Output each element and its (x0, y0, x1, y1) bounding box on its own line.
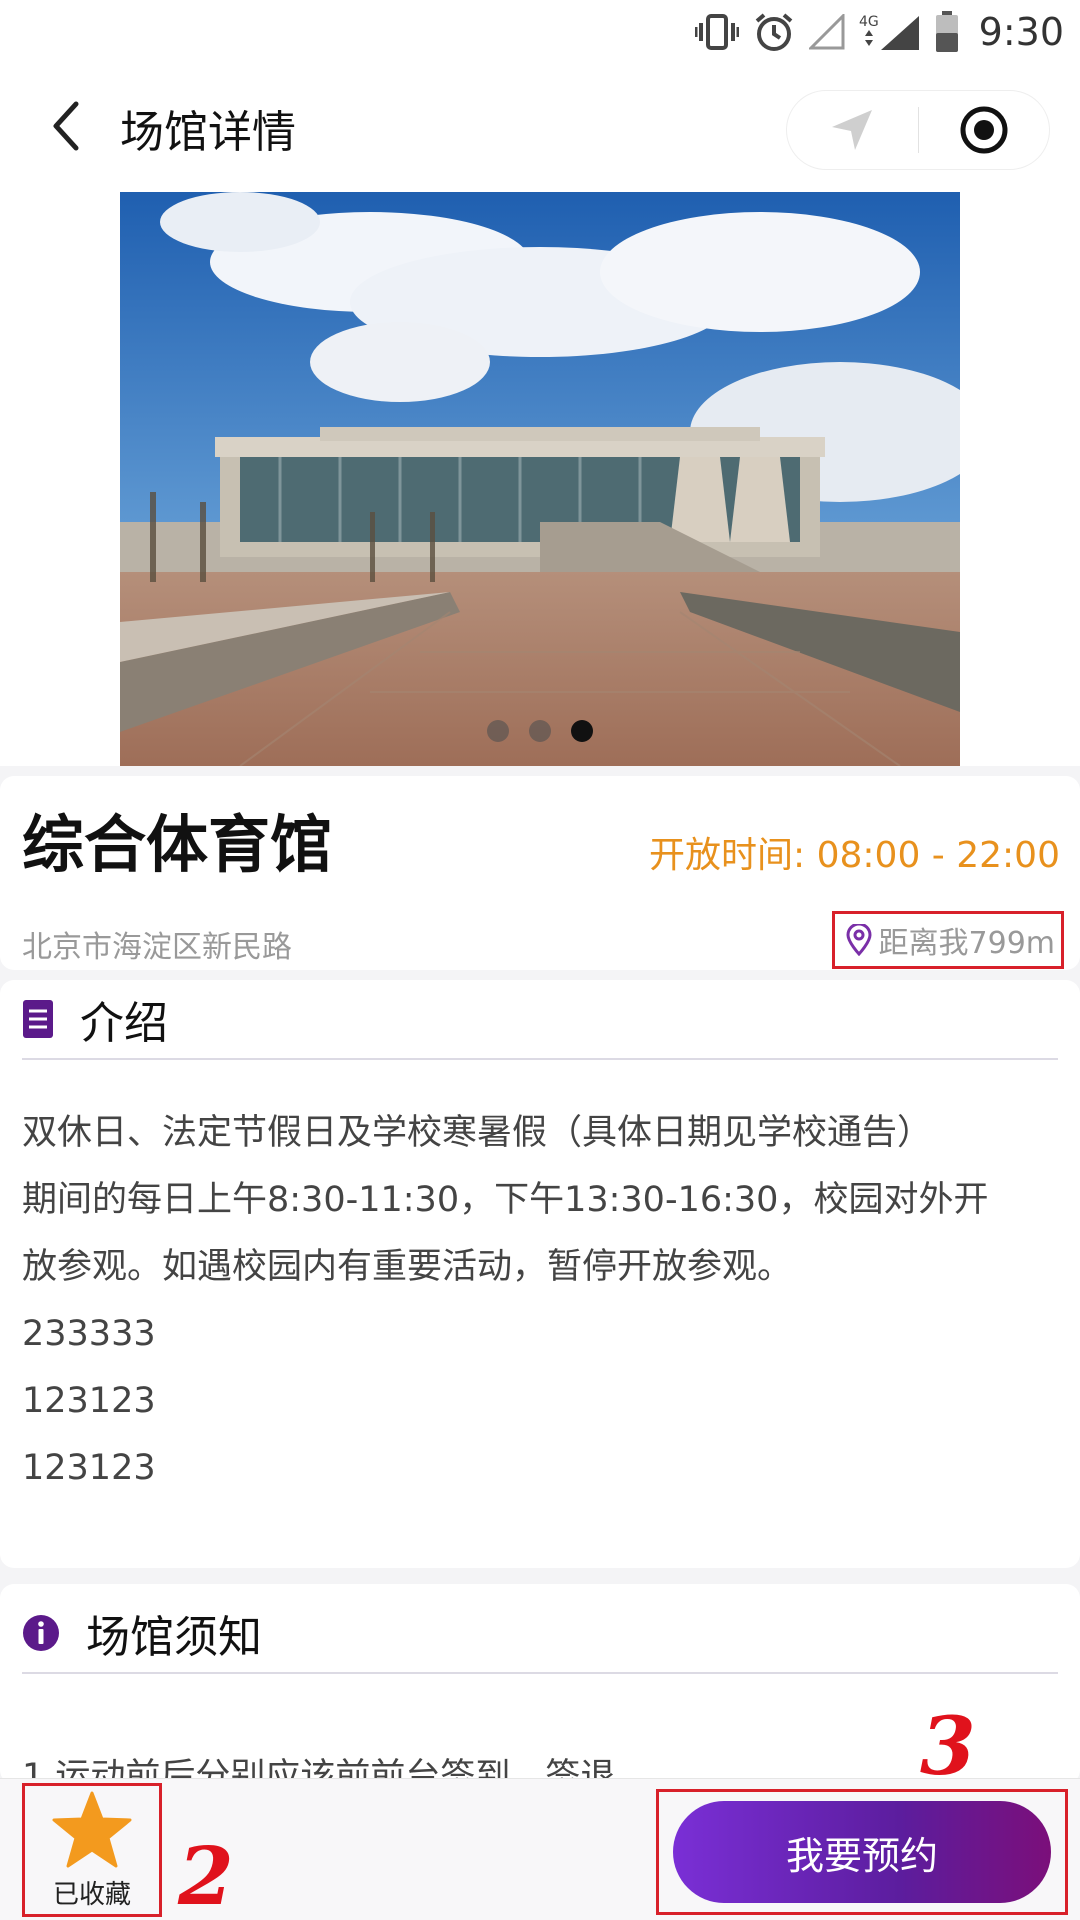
notice-title: 场馆须知 (86, 1612, 262, 1663)
capsule-close-button[interactable] (919, 91, 1050, 169)
capsule-location-button[interactable] (787, 91, 918, 169)
chevron-left-icon (53, 101, 79, 151)
favorite-label: 已收藏 (52, 1879, 131, 1910)
document-icon (23, 1000, 53, 1038)
intro-line: 123123 (22, 1381, 156, 1421)
record-circle-icon (960, 106, 1008, 154)
intro-section: 介绍 双休日、法定节假日及学校寒暑假（具体日期见学校通告） 期间的每日上午8:3… (0, 980, 1080, 1568)
intro-line: 双休日、法定节假日及学校寒暑假（具体日期见学校通告） (22, 1113, 933, 1153)
carousel-dot[interactable] (487, 720, 509, 742)
nav-bar: 场馆详情 (0, 64, 1080, 192)
venue-detail-page: 4G 9:30 场馆详情 综合体育馆 开放时间: 08:00 - 22:00 北… (0, 0, 1080, 1920)
notice-section: 场馆须知 1.运动前后分别应该前前台签到，签退 (0, 1584, 1080, 1797)
intro-text: 双休日、法定节假日及学校寒暑假（具体日期见学校通告） 期间的每日上午8:30-1… (22, 1100, 1058, 1502)
signal-4g-icon: 4G (859, 8, 921, 56)
book-button-highlight: 我要预约 (656, 1789, 1068, 1915)
vibrate-icon (694, 8, 739, 56)
favorite-button[interactable]: 已收藏 (22, 1783, 162, 1917)
status-bar: 4G 9:30 (0, 0, 1080, 64)
location-pin-icon (846, 924, 872, 956)
venue-name: 综合体育馆 (22, 808, 333, 881)
bottom-action-bar: 已收藏 我要预约 (0, 1778, 1080, 1920)
battery-icon (935, 8, 959, 56)
network-label: 4G (859, 14, 879, 30)
image-carousel[interactable] (0, 192, 1080, 766)
intro-line: 期间的每日上午8:30-11:30，下午13:30-16:30，校园对外开 (22, 1180, 989, 1220)
carousel-dot-active[interactable] (571, 720, 593, 742)
carousel-indicator (0, 720, 1080, 742)
opening-hours: 开放时间: 08:00 - 22:00 (649, 835, 1060, 876)
carousel-dot[interactable] (529, 720, 551, 742)
intro-line: 123123 (22, 1448, 156, 1488)
venue-address: 北京市海淀区新民路 (22, 930, 292, 965)
page-title: 场馆详情 (120, 107, 296, 158)
notice-header: 场馆须知 (22, 1594, 1058, 1674)
intro-line: 233333 (22, 1314, 156, 1354)
miniprogram-capsule (786, 90, 1050, 170)
intro-header: 介绍 (22, 980, 1058, 1060)
annotation-marker-3: 3 (920, 1699, 976, 1793)
info-icon (23, 1615, 59, 1651)
venue-info-card: 综合体育馆 开放时间: 08:00 - 22:00 北京市海淀区新民路 距离我7… (0, 776, 1080, 970)
signal-icon (808, 8, 845, 56)
alarm-icon (753, 8, 795, 56)
distance-button[interactable]: 距离我799m (831, 911, 1064, 969)
venue-photo (120, 192, 960, 766)
location-arrow-icon (832, 110, 873, 150)
back-button[interactable] (34, 94, 98, 158)
intro-title: 介绍 (80, 998, 168, 1049)
distance-label: 距离我799m (878, 926, 1055, 961)
status-time: 9:30 (978, 10, 1064, 54)
annotation-marker-2: 2 (178, 1829, 234, 1920)
book-button[interactable]: 我要预约 (673, 1801, 1051, 1903)
intro-line: 放参观。如遇校园内有重要活动，暂停开放参观。 (22, 1247, 793, 1287)
star-icon (52, 1791, 132, 1867)
